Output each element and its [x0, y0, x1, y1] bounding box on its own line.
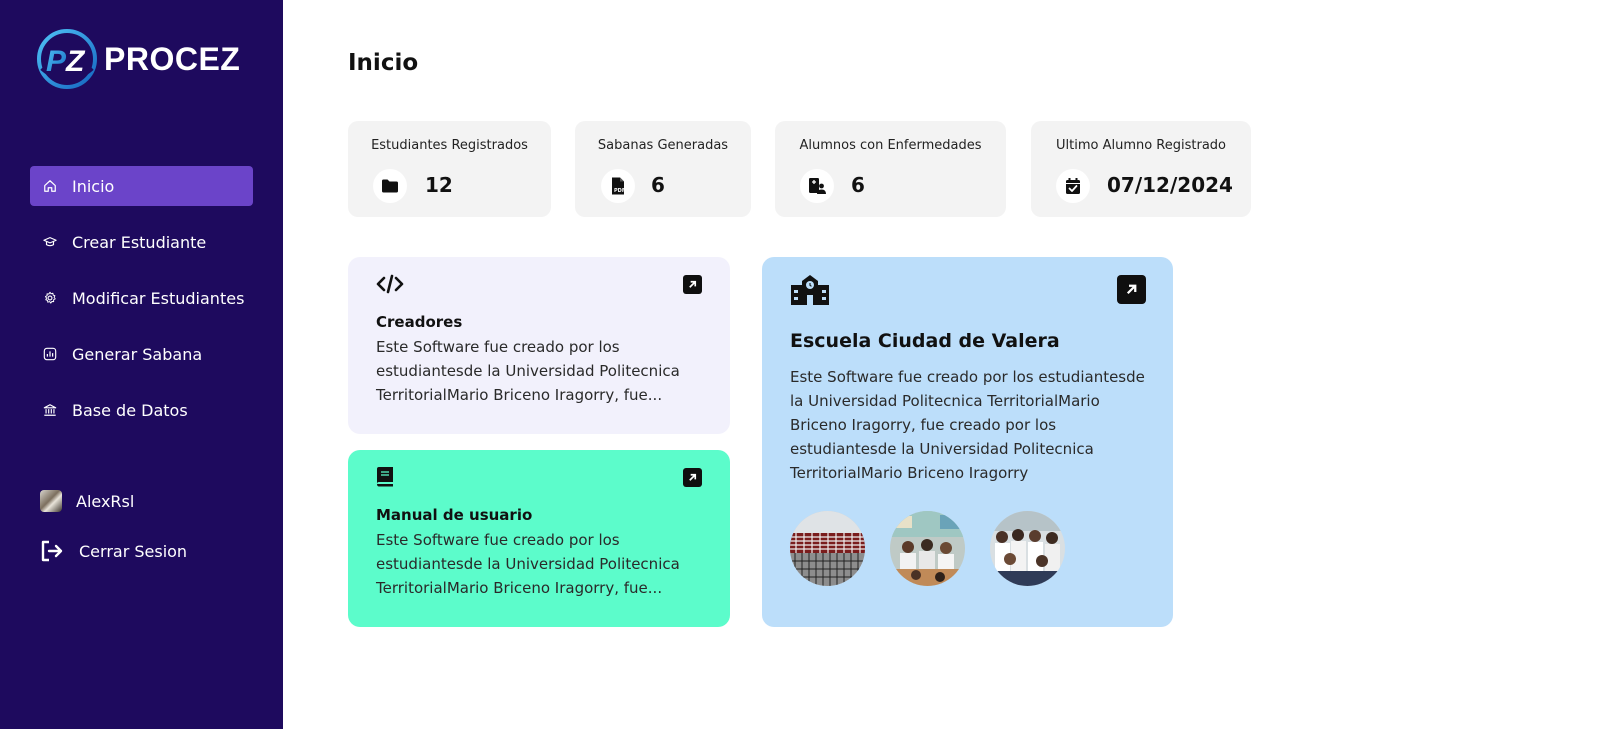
svg-text:PDF: PDF: [614, 188, 625, 194]
open-manual-button[interactable]: [683, 468, 702, 487]
stat-card-enfermedades: Alumnos con Enfermedades 6: [775, 121, 1006, 217]
stat-value: 07/12/2024: [1107, 173, 1233, 197]
sidebar-item-label: Crear Estudiante: [72, 232, 207, 252]
stat-value: 6: [651, 173, 665, 197]
stat-value: 6: [851, 173, 865, 197]
school-icon: [790, 273, 830, 311]
gear-icon: [42, 290, 58, 306]
user-profile[interactable]: AlexRsl: [40, 490, 134, 512]
card-text: Este Software fue creado por los estudia…: [376, 531, 680, 597]
sidebar-item-base-de-datos[interactable]: Base de Datos: [30, 390, 253, 430]
card-title: Manual de usuario: [376, 506, 533, 524]
logout-button[interactable]: Cerrar Sesion: [40, 540, 187, 562]
stat-card-ultimo-alumno: Ultimo Alumno Registrado 07/12/2024: [1031, 121, 1251, 217]
book-icon: [376, 466, 394, 492]
external-link-icon: [689, 280, 697, 288]
sidebar-nav: Inicio Crear Estudiante Modificar Estudi…: [30, 166, 253, 446]
sidebar-item-crear-estudiante[interactable]: Crear Estudiante: [30, 222, 253, 262]
card-title: Creadores: [376, 313, 463, 331]
school-photo-3[interactable]: [990, 511, 1065, 586]
stat-label: Sabanas Generadas: [597, 138, 729, 153]
stat-label: Estudiantes Registrados: [371, 138, 528, 153]
calendar-check-icon: [1056, 169, 1090, 203]
school-photo-2[interactable]: [890, 511, 965, 586]
sidebar-item-modificar-estudiantes[interactable]: Modificar Estudiantes: [30, 278, 253, 318]
card-manual-usuario[interactable]: Manual de usuario Este Software fue crea…: [348, 450, 730, 627]
open-creadores-button[interactable]: [683, 275, 702, 294]
external-link-icon: [1126, 284, 1137, 295]
sidebar-item-generar-sabana[interactable]: Generar Sabana: [30, 334, 253, 374]
graduation-cap-icon: [42, 234, 58, 250]
school-photo-1[interactable]: [790, 511, 865, 586]
sidebar: P Z PROCEZ Inicio Crear Estudiante Modif…: [0, 0, 283, 729]
card-text: Este Software fue creado por los estudia…: [376, 338, 680, 404]
stat-value: 12: [425, 173, 453, 197]
card-title: Escuela Ciudad de Valera: [790, 330, 1060, 352]
card-creadores[interactable]: Creadores Este Software fue creado por l…: [348, 257, 730, 434]
brand-logo[interactable]: P Z PROCEZ: [36, 28, 240, 90]
svg-text:Z: Z: [65, 45, 86, 78]
stat-label: Alumnos con Enfermedades: [799, 138, 982, 153]
chart-icon: [42, 346, 58, 362]
sidebar-item-label: Base de Datos: [72, 400, 188, 420]
procez-logo-icon: P Z: [36, 28, 98, 90]
stat-card-estudiantes: Estudiantes Registrados 12: [348, 121, 551, 217]
user-name: AlexRsl: [76, 491, 135, 511]
sidebar-item-label: Generar Sabana: [72, 344, 203, 364]
folder-icon: [373, 169, 407, 203]
card-escuela[interactable]: Escuela Ciudad de Valera Este Software f…: [762, 257, 1173, 627]
svg-text:P: P: [46, 45, 67, 78]
user-id-card-icon: [800, 169, 834, 203]
open-escuela-button[interactable]: [1117, 275, 1146, 304]
sidebar-item-label: Inicio: [72, 176, 115, 196]
brand-name: PROCEZ: [104, 40, 241, 77]
card-text: Este Software fue creado por los estudia…: [790, 368, 1145, 482]
pdf-file-icon: PDF: [601, 169, 635, 203]
code-icon: [376, 273, 404, 299]
page-title: Inicio: [348, 50, 419, 76]
avatar: [40, 490, 62, 512]
external-link-icon: [689, 473, 697, 481]
logout-label: Cerrar Sesion: [79, 541, 188, 561]
sidebar-item-inicio[interactable]: Inicio: [30, 166, 253, 206]
home-icon: [42, 178, 58, 194]
stat-label: Ultimo Alumno Registrado: [1055, 138, 1226, 153]
stat-card-sabanas: Sabanas Generadas PDF 6: [575, 121, 751, 217]
sidebar-item-label: Modificar Estudiantes: [72, 288, 245, 308]
bank-icon: [42, 402, 58, 418]
logout-icon: [41, 540, 63, 562]
